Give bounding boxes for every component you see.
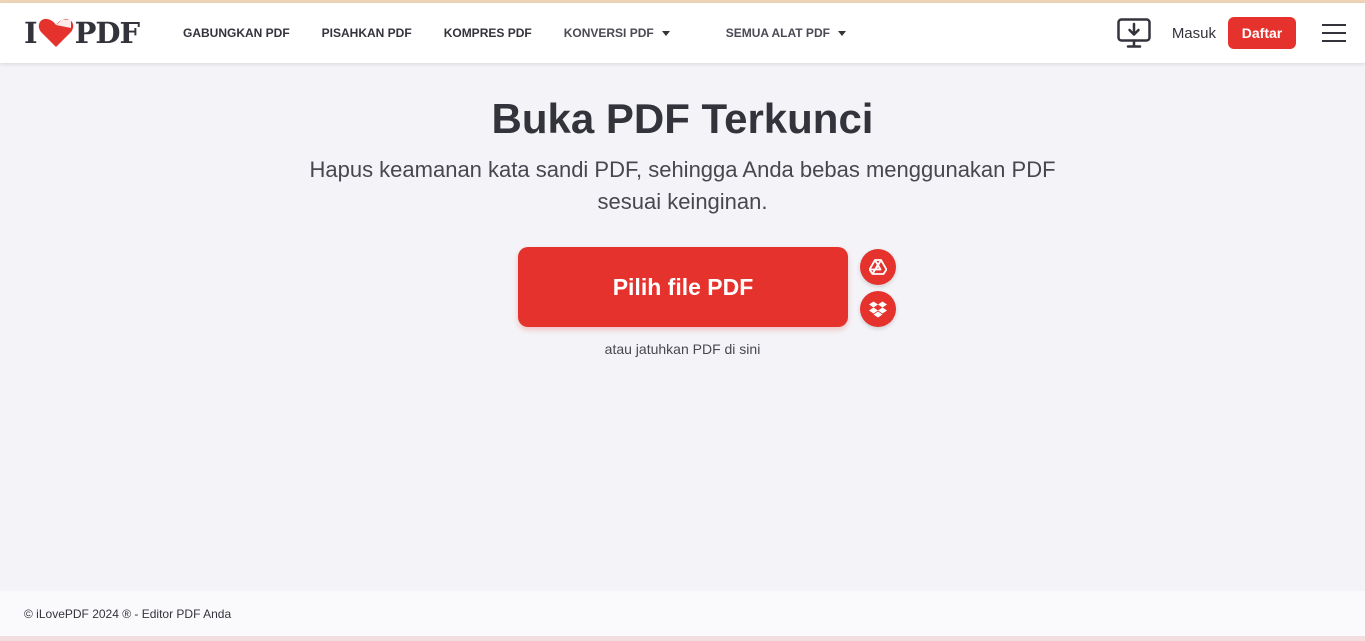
page-subtitle: Hapus keamanan kata sandi PDF, sehingga … (309, 157, 1056, 214)
drop-files-hint: atau jatuhkan PDF di sini (604, 341, 761, 357)
site-header: I PDF GABUNGKAN PDF PISAHKAN PDF KOMPRES… (0, 3, 1365, 63)
nav-kompres-pdf[interactable]: KOMPRES PDF (444, 26, 532, 40)
google-drive-button[interactable] (860, 249, 896, 285)
nav-label: GABUNGKAN PDF (183, 26, 290, 40)
google-drive-icon (869, 259, 887, 275)
nav-label: KONVERSI PDF (563, 26, 654, 40)
header-actions: Masuk Daftar (1117, 3, 1365, 63)
dropbox-icon (869, 301, 887, 317)
main-nav: GABUNGKAN PDF PISAHKAN PDF KOMPRES PDF K… (183, 3, 878, 63)
nav-label: SEMUA ALAT PDF (725, 26, 830, 40)
nav-gabungkan-pdf[interactable]: GABUNGKAN PDF (183, 26, 290, 40)
nav-label: KOMPRES PDF (443, 26, 532, 40)
nav-label: PISAHKAN PDF (321, 26, 412, 40)
footer-copyright: © iLovePDF 2024 ® - Editor PDF Anda (24, 606, 232, 621)
main-content: Buka PDF Terkunci Hapus keamanan kata sa… (0, 63, 1365, 591)
select-pdf-file-button[interactable]: Pilih file PDF (518, 247, 848, 327)
dropbox-button[interactable] (860, 291, 896, 327)
hamburger-menu-icon[interactable] (1322, 23, 1346, 43)
desktop-download-icon[interactable] (1117, 18, 1151, 48)
caret-down-icon (837, 30, 846, 36)
heart-icon (38, 18, 73, 47)
caret-down-icon (661, 30, 670, 36)
bottom-strip (0, 636, 1365, 641)
ilovepdf-logo[interactable]: I PDF (24, 16, 141, 50)
login-link[interactable]: Masuk (1172, 25, 1216, 42)
nav-konversi-pdf-dropdown[interactable]: KONVERSI PDF (564, 26, 670, 40)
page-title: Buka PDF Terkunci (491, 95, 874, 142)
logo-letter-i: I (24, 16, 38, 50)
nav-semua-alat-pdf-dropdown[interactable]: SEMUA ALAT PDF (726, 26, 846, 40)
logo-letters-pdf: PDF (74, 16, 141, 50)
site-footer: © iLovePDF 2024 ® - Editor PDF Anda (0, 591, 1365, 636)
nav-pisahkan-pdf[interactable]: PISAHKAN PDF (322, 26, 412, 40)
signup-button[interactable]: Daftar (1228, 17, 1296, 49)
